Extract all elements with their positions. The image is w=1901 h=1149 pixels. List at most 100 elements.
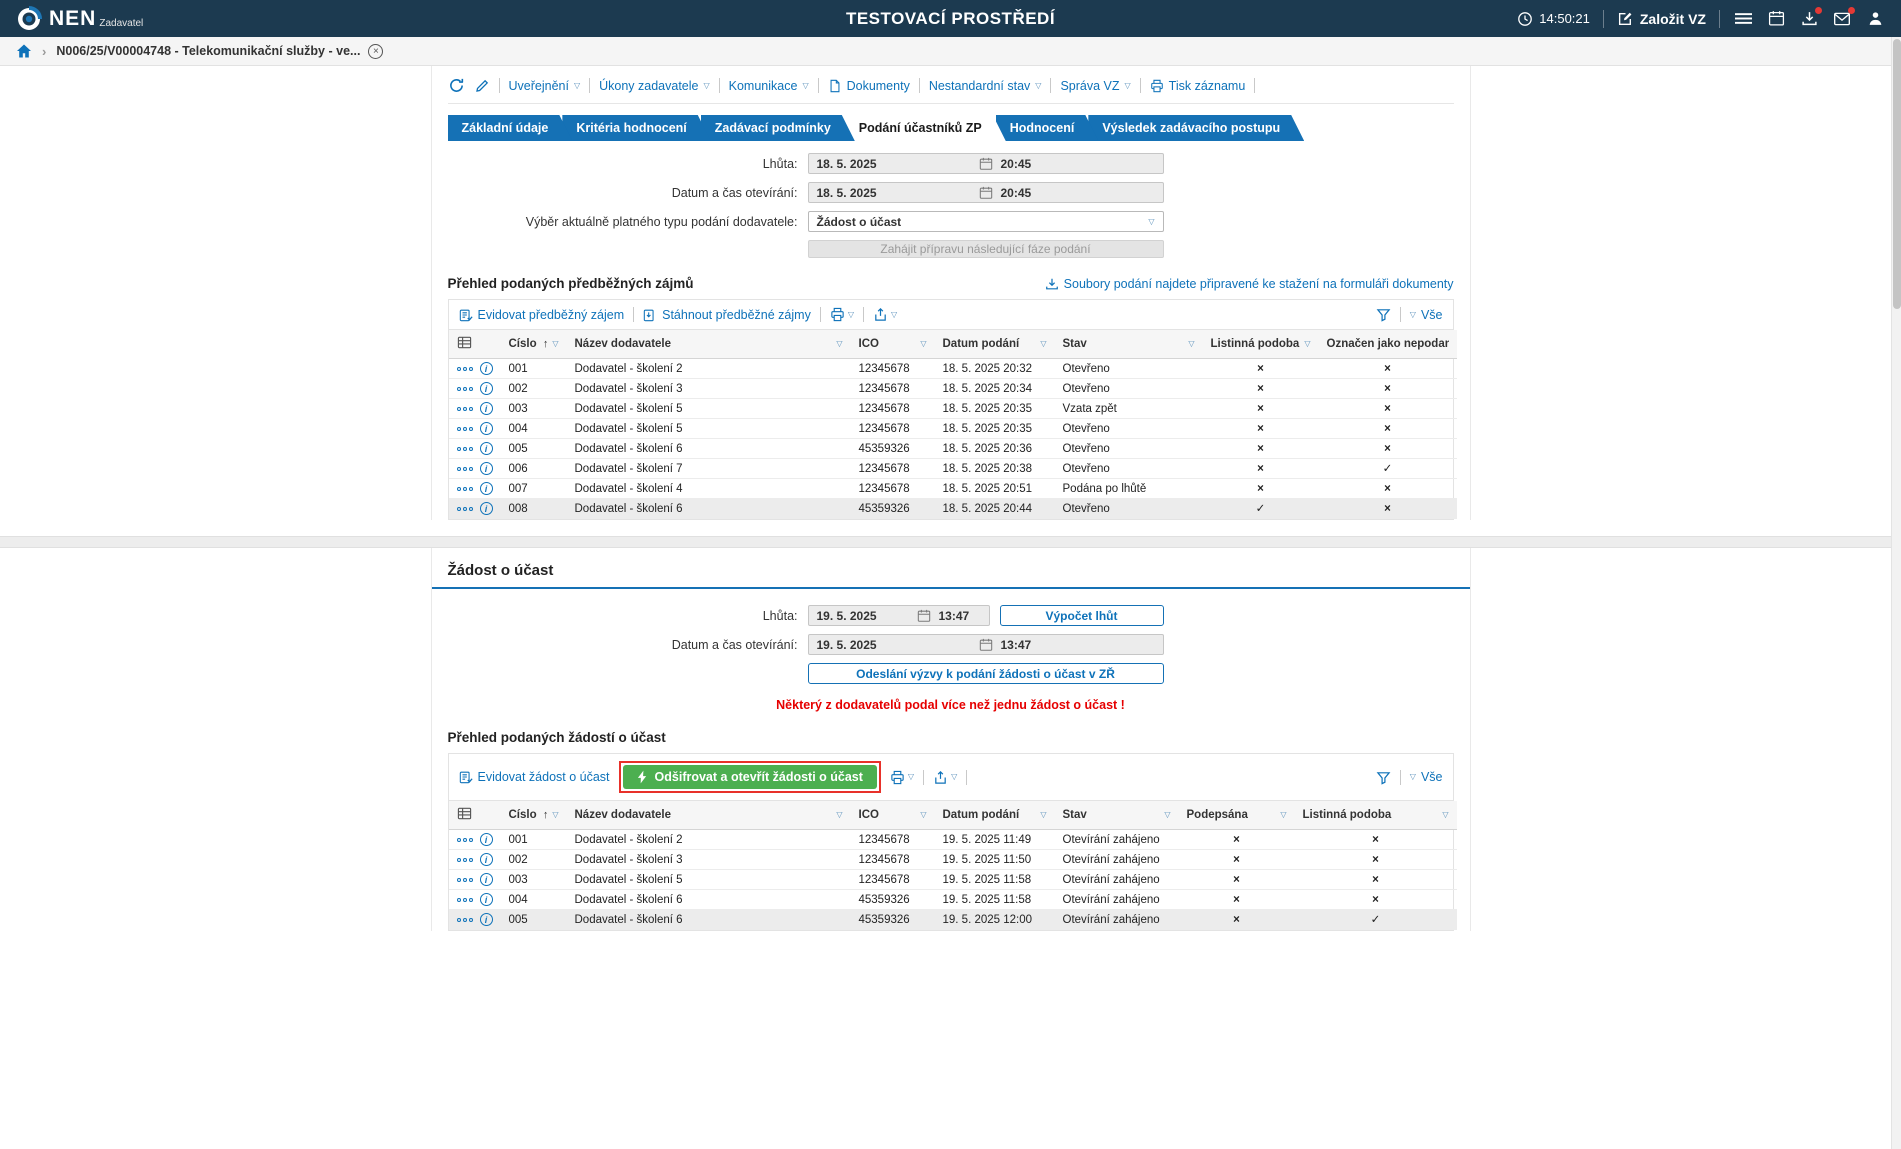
menu-sprava-vz[interactable]: Správa VZ▽ <box>1060 79 1130 93</box>
info-icon[interactable] <box>480 422 493 435</box>
row-actions-icon[interactable] <box>457 898 473 902</box>
table-row[interactable]: 007 Dodavatel - školení 4 12345678 18. 5… <box>449 479 1457 499</box>
menu-tisk-zaznamu[interactable]: Tisk záznamu <box>1150 79 1246 93</box>
print-table-icon[interactable]: ▽ <box>890 770 914 785</box>
messages-icon[interactable] <box>1832 9 1852 29</box>
send-invitation-button[interactable]: Odeslání výzvy k podání žádosti o účast … <box>808 663 1164 684</box>
filter-caret-icon[interactable]: ▽ <box>1304 340 1310 348</box>
filter-caret-icon[interactable]: ▽ <box>920 811 926 819</box>
table-row[interactable]: 001 Dodavatel - školení 2 12345678 19. 5… <box>449 830 1457 850</box>
table-row[interactable]: 002 Dodavatel - školení 3 12345678 18. 5… <box>449 379 1457 399</box>
info-icon[interactable] <box>480 462 493 475</box>
info-icon[interactable] <box>480 402 493 415</box>
row-actions-icon[interactable] <box>457 367 473 371</box>
filter-caret-icon[interactable]: ▽ <box>836 340 842 348</box>
tab-hodnoceni[interactable]: Hodnocení <box>996 115 1099 141</box>
vypocet-lhut-button[interactable]: Výpočet lhůt <box>1000 605 1164 626</box>
column-header-nazev[interactable]: Název dodavatele▽ <box>567 801 851 830</box>
info-icon[interactable] <box>480 382 493 395</box>
info-icon[interactable] <box>480 362 493 375</box>
calendar-icon[interactable] <box>979 638 993 652</box>
column-settings-header[interactable] <box>449 330 501 359</box>
table-row[interactable]: 001 Dodavatel - školení 2 12345678 18. 5… <box>449 359 1457 379</box>
close-icon[interactable]: × <box>368 44 383 59</box>
column-header-nazev[interactable]: Název dodavatele▽ <box>567 330 851 359</box>
create-vz-button[interactable]: Založit VZ <box>1617 10 1706 27</box>
column-header-nepodany[interactable]: Označen jako nepodaný <box>1319 330 1457 359</box>
column-header-datum[interactable]: Datum podání▽ <box>935 330 1055 359</box>
table-row[interactable]: 003 Dodavatel - školení 5 12345678 19. 5… <box>449 870 1457 890</box>
menu-dokumenty[interactable]: Dokumenty <box>828 79 910 93</box>
tab-vysledek-zadavaciho-postupu[interactable]: Výsledek zadávacího postupu <box>1088 115 1304 141</box>
row-actions-icon[interactable] <box>457 507 473 511</box>
submission-files-link[interactable]: Soubory podání najdete připravené ke sta… <box>1045 277 1454 291</box>
vse-link[interactable]: ▽ Vše <box>1410 770 1443 784</box>
column-header-cislo[interactable]: Číslo↑▽ <box>501 801 567 830</box>
filter-icon[interactable] <box>1376 307 1391 322</box>
zadost-opening-datetime-field[interactable]: 19. 5. 2025 13:47 <box>808 634 1164 655</box>
calendar-icon[interactable] <box>979 186 993 200</box>
info-icon[interactable] <box>480 482 493 495</box>
calendar-icon[interactable] <box>917 609 931 623</box>
table-row[interactable]: 002 Dodavatel - školení 3 12345678 19. 5… <box>449 850 1457 870</box>
user-icon[interactable] <box>1865 9 1885 29</box>
info-icon[interactable] <box>480 893 493 906</box>
column-header-ico[interactable]: IČO▽ <box>851 330 935 359</box>
row-actions-icon[interactable] <box>457 918 473 922</box>
tab-zakladni-udaje[interactable]: Základní údaje <box>448 115 573 141</box>
table-row[interactable]: 003 Dodavatel - školení 5 12345678 18. 5… <box>449 399 1457 419</box>
tab-kriteria-hodnoceni[interactable]: Kritéria hodnocení <box>562 115 710 141</box>
filter-caret-icon[interactable]: ▽ <box>552 811 558 819</box>
row-actions-icon[interactable] <box>457 407 473 411</box>
evidovat-zadost-link[interactable]: Evidovat žádost o účast <box>459 770 610 784</box>
row-actions-icon[interactable] <box>457 387 473 391</box>
downloads-icon[interactable] <box>1799 9 1819 29</box>
filter-caret-icon[interactable]: ▽ <box>1280 811 1286 819</box>
row-actions-icon[interactable] <box>457 467 473 471</box>
decrypt-open-requests-button[interactable]: Odšifrovat a otevřít žádosti o účast <box>623 765 877 789</box>
info-icon[interactable] <box>480 502 493 515</box>
print-table-icon[interactable]: ▽ <box>830 307 854 322</box>
filter-caret-icon[interactable]: ▽ <box>1164 811 1170 819</box>
table-row[interactable]: 008 Dodavatel - školení 6 45359326 18. 5… <box>449 499 1457 519</box>
vse-link[interactable]: ▽ Vše <box>1410 308 1443 322</box>
info-icon[interactable] <box>480 442 493 455</box>
filter-caret-icon[interactable]: ▽ <box>1188 340 1194 348</box>
filter-caret-icon[interactable]: ▽ <box>836 811 842 819</box>
filter-caret-icon[interactable]: ▽ <box>552 340 558 348</box>
calendar-icon[interactable] <box>1766 9 1786 29</box>
row-actions-icon[interactable] <box>457 447 473 451</box>
row-actions-icon[interactable] <box>457 487 473 491</box>
menu-nestandardni-stav[interactable]: Nestandardní stav▽ <box>929 79 1042 93</box>
menu-ukony-zadavatele[interactable]: Úkony zadavatele▽ <box>599 79 710 93</box>
nen-logo[interactable]: NEN Zadavatel <box>16 6 143 32</box>
home-icon[interactable] <box>16 43 32 59</box>
export-table-icon[interactable]: ▽ <box>933 770 957 785</box>
table-row[interactable]: 006 Dodavatel - školení 7 12345678 18. 5… <box>449 459 1457 479</box>
row-actions-icon[interactable] <box>457 858 473 862</box>
page-scrollbar[interactable] <box>1891 37 1901 1149</box>
column-header-stav[interactable]: Stav▽ <box>1055 330 1203 359</box>
table-settings-icon[interactable] <box>457 335 472 350</box>
column-header-cislo[interactable]: Číslo↑▽ <box>501 330 567 359</box>
scrollbar-thumb[interactable] <box>1893 39 1901 309</box>
info-icon[interactable] <box>480 853 493 866</box>
refresh-icon[interactable] <box>448 77 465 94</box>
table-settings-icon[interactable] <box>457 806 472 821</box>
info-icon[interactable] <box>480 873 493 886</box>
column-header-listinna[interactable]: Listinná podoba▽ <box>1203 330 1319 359</box>
filter-caret-icon[interactable]: ▽ <box>1040 811 1046 819</box>
filter-caret-icon[interactable]: ▽ <box>920 340 926 348</box>
calendar-icon[interactable] <box>979 157 993 171</box>
deadline-datetime-field[interactable]: 18. 5. 2025 20:45 <box>808 153 1164 174</box>
table-row[interactable]: 005 Dodavatel - školení 6 45359326 18. 5… <box>449 439 1457 459</box>
menu-icon[interactable] <box>1733 9 1753 29</box>
info-icon[interactable] <box>480 833 493 846</box>
opening-datetime-field[interactable]: 18. 5. 2025 20:45 <box>808 182 1164 203</box>
row-actions-icon[interactable] <box>457 878 473 882</box>
filter-caret-icon[interactable]: ▽ <box>1040 340 1046 348</box>
stahnout-predbezne-zajmy-link[interactable]: Stáhnout předběžné zájmy <box>643 308 811 322</box>
column-header-ico[interactable]: IČO▽ <box>851 801 935 830</box>
tab-zadavaci-podminky[interactable]: Zadávací podmínky <box>701 115 855 141</box>
menu-komunikace[interactable]: Komunikace▽ <box>729 79 809 93</box>
